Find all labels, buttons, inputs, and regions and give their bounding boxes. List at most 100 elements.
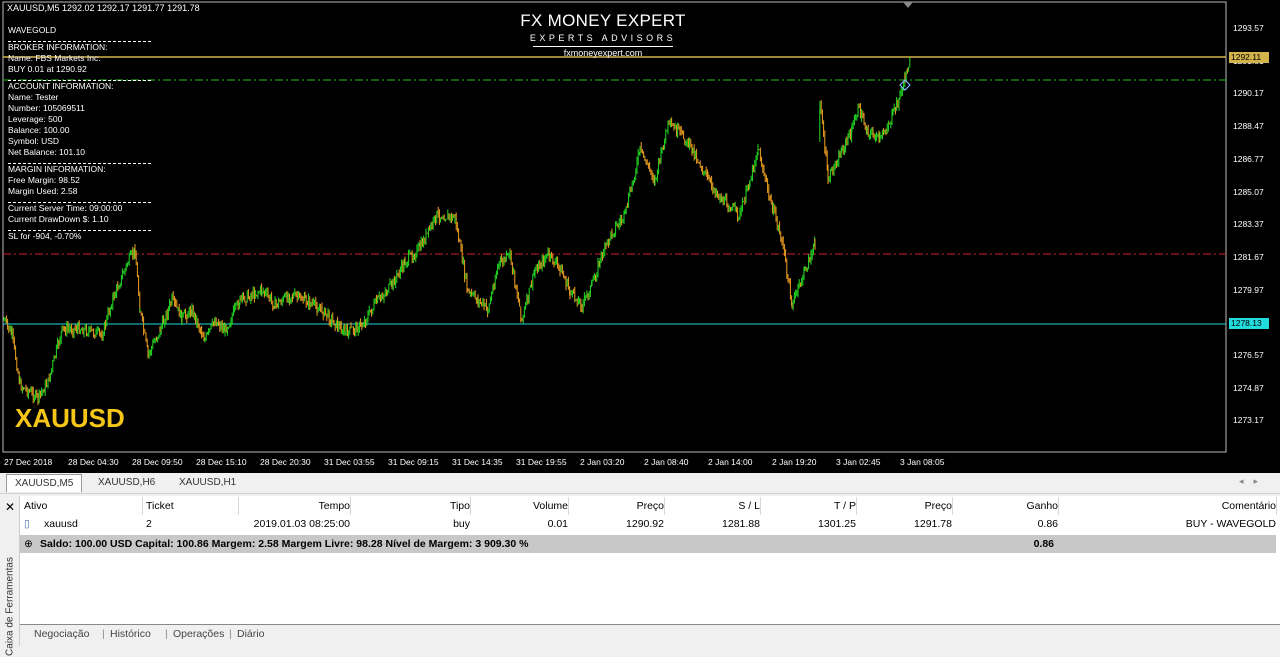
- expand-icon[interactable]: ⊕: [24, 535, 38, 553]
- info-line: BROKER INFORMATION:: [8, 42, 108, 52]
- chart-window[interactable]: XAUUSD,M5 1292.02 1292.17 1291.77 1291.7…: [0, 0, 1280, 473]
- chart-shift-icon: [903, 2, 913, 8]
- chart-frame: [2, 1, 1227, 453]
- toolbox-side-label: Caixa de Ferramentas: [4, 557, 16, 656]
- price-axis[interactable]: 1293.571291.811290.171288.471286.771285.…: [1227, 0, 1280, 460]
- cell-tp: 1301.25: [818, 518, 856, 530]
- tab-separator: |: [229, 628, 232, 640]
- cell-volume: 0.01: [547, 518, 568, 530]
- price-axis-label: 1276.57: [1233, 350, 1264, 360]
- info-line: Symbol: USD: [8, 136, 60, 146]
- price-axis-label: 1285.07: [1233, 186, 1264, 197]
- info-line: Net Balance: 101.10: [8, 147, 86, 157]
- time-axis-label: 28 Dec 04:30: [68, 457, 119, 467]
- chart-tabs-bar: ◂▸ XAUUSD,M5 XAUUSD,H6 XAUUSD,H1: [0, 473, 1280, 494]
- cell-ticket: 2: [146, 518, 152, 530]
- time-axis-label: 2 Jan 19:20: [772, 457, 817, 467]
- toolbox-tab[interactable]: Diário: [237, 628, 264, 640]
- time-axis-label: 3 Jan 02:45: [836, 457, 881, 467]
- info-line: Current Server Time: 09:00:00: [8, 203, 123, 213]
- info-line: Number: 105069511: [8, 103, 85, 113]
- cell-time: 2019.01.03 08:25:00: [253, 518, 350, 530]
- cell-comment: BUY - WAVEGOLD: [1185, 518, 1276, 530]
- toolbox-tab[interactable]: Histórico: [110, 628, 151, 640]
- account-summary: Saldo: 100.00 USD Capital: 100.86 Margem…: [40, 538, 529, 550]
- time-axis-label: 28 Dec 20:30: [260, 457, 311, 467]
- cell-type: buy: [453, 518, 470, 530]
- summary-row: ⊕ Saldo: 100.00 USD Capital: 100.86 Marg…: [20, 535, 1276, 553]
- toolbox-panel: ✕ Caixa de Ferramentas Ativo Ticket Tempo T…: [0, 496, 1280, 656]
- time-axis-label: 2 Jan 08:40: [644, 457, 689, 467]
- info-line: Balance: 100.00: [8, 125, 70, 135]
- info-line: SL for -904, -0.70%: [8, 231, 82, 241]
- info-line: BUY 0.01 at 1290.92: [8, 64, 87, 74]
- time-axis-label: 2 Jan 14:00: [708, 457, 753, 467]
- summary-total-profit: 0.86: [1033, 538, 1054, 550]
- stop-loss-price-tag: 1278.13: [1229, 318, 1269, 329]
- tab-scroll-arrows[interactable]: ◂▸: [1239, 476, 1268, 487]
- price-axis-label: 1274.87: [1233, 382, 1264, 393]
- position-icon: ▯: [24, 518, 30, 530]
- brand-title: FX MONEY EXPERT: [520, 11, 686, 30]
- time-axis-label: 31 Dec 19:55: [516, 457, 567, 467]
- brand-divider: [533, 46, 673, 47]
- close-icon[interactable]: ✕: [5, 500, 15, 514]
- info-line: Name: Tester: [8, 92, 59, 102]
- cell-symbol: xauusd: [44, 518, 78, 530]
- price-axis-label: 1290.17: [1233, 88, 1264, 99]
- column-header[interactable]: Tipo: [350, 497, 471, 515]
- column-header[interactable]: Volume: [470, 497, 569, 515]
- tab-separator: |: [102, 628, 105, 640]
- current-price-tag: 1292.11: [1229, 52, 1269, 63]
- time-axis-label: 31 Dec 03:55: [324, 457, 375, 467]
- column-header[interactable]: Preço: [856, 497, 953, 515]
- time-axis-label: 31 Dec 14:35: [452, 457, 503, 467]
- info-line: Current DrawDown $: 1.10: [8, 214, 109, 224]
- tab-chart[interactable]: XAUUSD,M5: [6, 474, 83, 492]
- time-axis-label: 28 Dec 15:10: [196, 457, 247, 467]
- info-line: Free Margin: 98.52: [8, 175, 80, 185]
- price-axis-label: 1286.77: [1233, 153, 1264, 164]
- price-axis-label: 1283.37: [1233, 219, 1264, 230]
- info-line: Name: FBS Markets Inc.: [8, 53, 101, 63]
- chart-title: XAUUSD,M5 1292.02 1292.17 1291.77 1291.7…: [7, 3, 200, 13]
- time-axis[interactable]: 27 Dec 2018 28 Dec 04:30 28 Dec 09:50 28 De…: [0, 455, 1227, 471]
- column-header[interactable]: Comentário: [1058, 497, 1277, 515]
- price-chart[interactable]: [0, 0, 1280, 473]
- price-axis-label: 1288.47: [1233, 121, 1264, 132]
- toolbox-tab[interactable]: Operações: [173, 628, 224, 640]
- price-axis-label: 1281.67: [1233, 251, 1264, 262]
- column-header[interactable]: Ticket: [142, 497, 239, 515]
- column-header[interactable]: Preço: [568, 497, 665, 515]
- tab-separator: |: [165, 628, 168, 640]
- cell-open_price: 1290.92: [626, 518, 664, 530]
- price-axis-label: 1273.17: [1233, 415, 1264, 426]
- toolbox-tabs: Negociação | Histórico | Operações | Diário: [20, 624, 1280, 647]
- info-line: ACCOUNT INFORMATION:: [8, 81, 114, 91]
- column-header[interactable]: S / L: [664, 497, 761, 515]
- toolbox-tab[interactable]: Negociação: [34, 628, 89, 640]
- column-header[interactable]: T / P: [760, 497, 857, 515]
- info-line: WAVEGOLD: [8, 25, 57, 35]
- column-header[interactable]: Ativo: [20, 497, 143, 515]
- column-header[interactable]: Ganho: [952, 497, 1059, 515]
- info-line: MARGIN INFORMATION:: [8, 164, 106, 174]
- toolbox-sidebar: ✕ Caixa de Ferramentas: [0, 496, 20, 656]
- time-axis-label: 31 Dec 09:15: [388, 457, 439, 467]
- cell-price: 1291.78: [914, 518, 952, 530]
- time-axis-label: 28 Dec 09:50: [132, 457, 183, 467]
- cell-sl: 1281.88: [722, 518, 760, 530]
- tab-chart[interactable]: XAUUSD,H6: [90, 474, 163, 491]
- time-axis-label: 27 Dec 2018: [4, 457, 53, 467]
- time-axis-label: 2 Jan 03:20: [580, 457, 625, 467]
- brand-logo: FX MONEY EXPERT EXPERTS ADVISORS fxmoney…: [498, 11, 708, 58]
- info-line: Leverage: 500: [8, 114, 63, 124]
- brand-url: fxmoneyexpert.com: [563, 48, 643, 58]
- brand-subtitle: EXPERTS ADVISORS: [529, 33, 677, 43]
- symbol-watermark: XAUUSD: [15, 403, 125, 433]
- time-axis-label: 3 Jan 08:05: [900, 457, 945, 467]
- price-axis-label: 1293.57: [1233, 23, 1264, 33]
- column-header[interactable]: Tempo: [238, 497, 351, 515]
- tab-chart[interactable]: XAUUSD,H1: [171, 474, 244, 491]
- price-axis-label: 1279.97: [1233, 284, 1264, 295]
